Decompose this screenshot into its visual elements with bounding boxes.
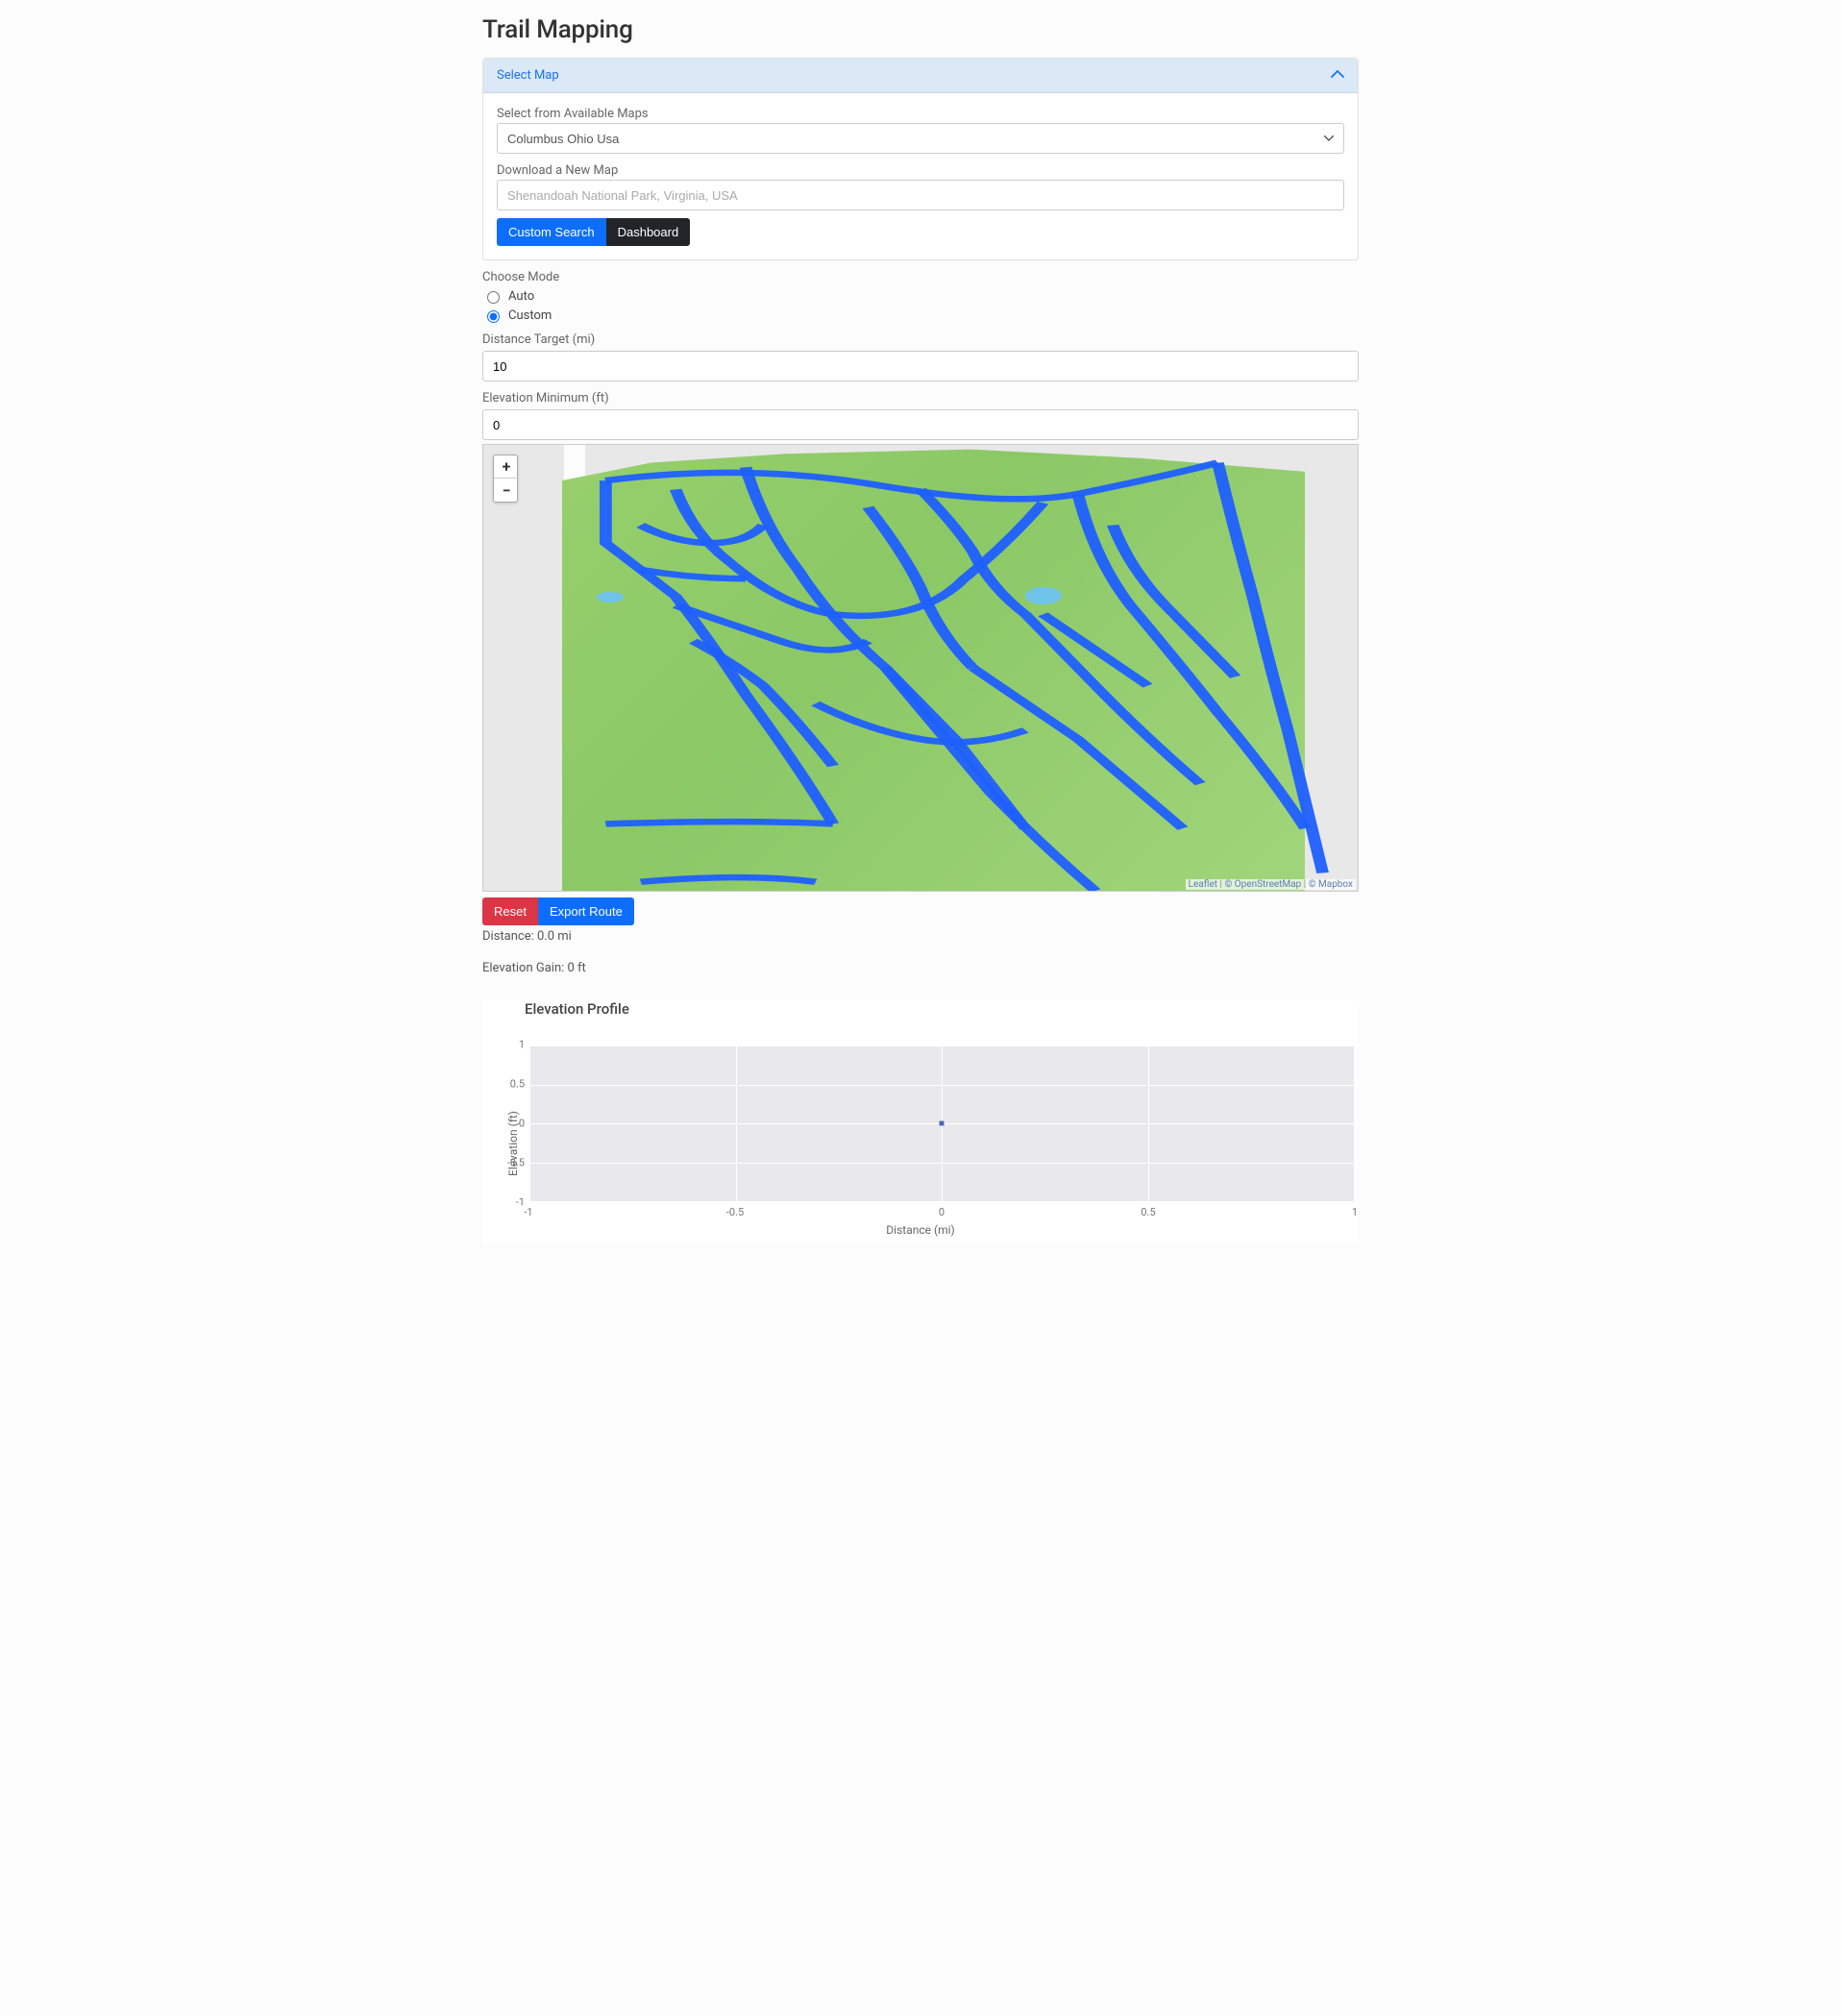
chart-y-tick: -1 — [503, 1196, 525, 1209]
chart-grid-line — [1354, 1045, 1355, 1201]
mode-auto-label: Auto — [508, 289, 534, 304]
chart-grid-line — [529, 1201, 1354, 1202]
select-map-title: Select Map — [497, 68, 559, 83]
mode-radio-auto-row[interactable]: Auto — [482, 288, 1359, 304]
page-title: Trail Mapping — [482, 15, 1359, 44]
export-route-button[interactable]: Export Route — [538, 897, 634, 925]
distance-target-label: Distance Target (mi) — [482, 332, 1359, 347]
chart-grid-line — [736, 1045, 737, 1201]
download-map-label: Download a New Map — [497, 163, 1344, 178]
chart-grid-line — [529, 1045, 530, 1201]
available-maps-label: Select from Available Maps — [497, 107, 1344, 121]
custom-search-button[interactable]: Custom Search — [497, 218, 606, 246]
reset-button[interactable]: Reset — [482, 897, 538, 925]
mode-radio-auto[interactable] — [487, 291, 500, 304]
choose-mode-label: Choose Mode — [482, 270, 1359, 284]
select-map-header[interactable]: Select Map — [483, 59, 1358, 93]
chart-grid-line — [1148, 1045, 1149, 1201]
map-attribution: Leaflet | © OpenStreetMap | © Mapbox — [1186, 879, 1356, 890]
elevation-stat: Elevation Gain: 0 ft — [482, 961, 1359, 975]
attr-osm-link[interactable]: © OpenStreetMap — [1224, 879, 1301, 890]
chart-y-tick: -0.5 — [503, 1157, 525, 1169]
map-view[interactable]: + − Leaflet | © OpenStreetMap | © Mapbox — [482, 444, 1359, 892]
mode-radio-custom[interactable] — [487, 310, 500, 323]
zoom-control: + − — [493, 455, 518, 503]
chart-y-tick: 1 — [503, 1039, 525, 1051]
elevation-chart: Elevation Profile Elevation (ft) -1-0.50… — [482, 1000, 1359, 1242]
download-map-input[interactable] — [497, 180, 1344, 210]
chart-title: Elevation Profile — [525, 1000, 1359, 1018]
chart-x-tick: 0 — [939, 1206, 945, 1218]
map-trails-icon — [483, 445, 1358, 891]
attr-leaflet-link[interactable]: Leaflet — [1189, 879, 1217, 890]
attr-mapbox-link[interactable]: © Mapbox — [1309, 879, 1353, 890]
chart-data-point — [940, 1121, 945, 1126]
elevation-min-label: Elevation Minimum (ft) — [482, 391, 1359, 406]
chart-y-tick: 0 — [503, 1118, 525, 1130]
elevation-min-input[interactable] — [482, 409, 1359, 440]
zoom-in-button[interactable]: + — [494, 455, 519, 479]
available-maps-select[interactable]: Columbus Ohio Usa — [497, 123, 1344, 154]
distance-target-input[interactable] — [482, 351, 1359, 381]
chart-x-tick: -0.5 — [726, 1206, 744, 1218]
chevron-up-icon — [1331, 68, 1344, 83]
chart-x-tick: 0.5 — [1141, 1206, 1155, 1218]
chart-y-ticks: -1-0.500.51 — [503, 1045, 525, 1202]
distance-stat: Distance: 0.0 mi — [482, 929, 1359, 944]
select-map-panel: Select Map Select from Available Maps Co… — [482, 58, 1359, 260]
chart-x-axis-label: Distance (mi) — [886, 1223, 954, 1237]
chart-x-tick: -1 — [524, 1206, 532, 1218]
dashboard-button[interactable]: Dashboard — [606, 218, 691, 246]
chart-x-ticks: -1-0.500.51 — [528, 1206, 1355, 1219]
chart-x-tick: 1 — [1352, 1206, 1358, 1218]
chart-y-tick: 0.5 — [503, 1078, 525, 1091]
mode-radio-custom-row[interactable]: Custom — [482, 307, 1359, 323]
chart-plot-area[interactable] — [528, 1045, 1355, 1202]
zoom-out-button[interactable]: − — [494, 479, 519, 502]
select-map-body: Select from Available Maps Columbus Ohio… — [483, 93, 1358, 259]
mode-custom-label: Custom — [508, 308, 552, 323]
